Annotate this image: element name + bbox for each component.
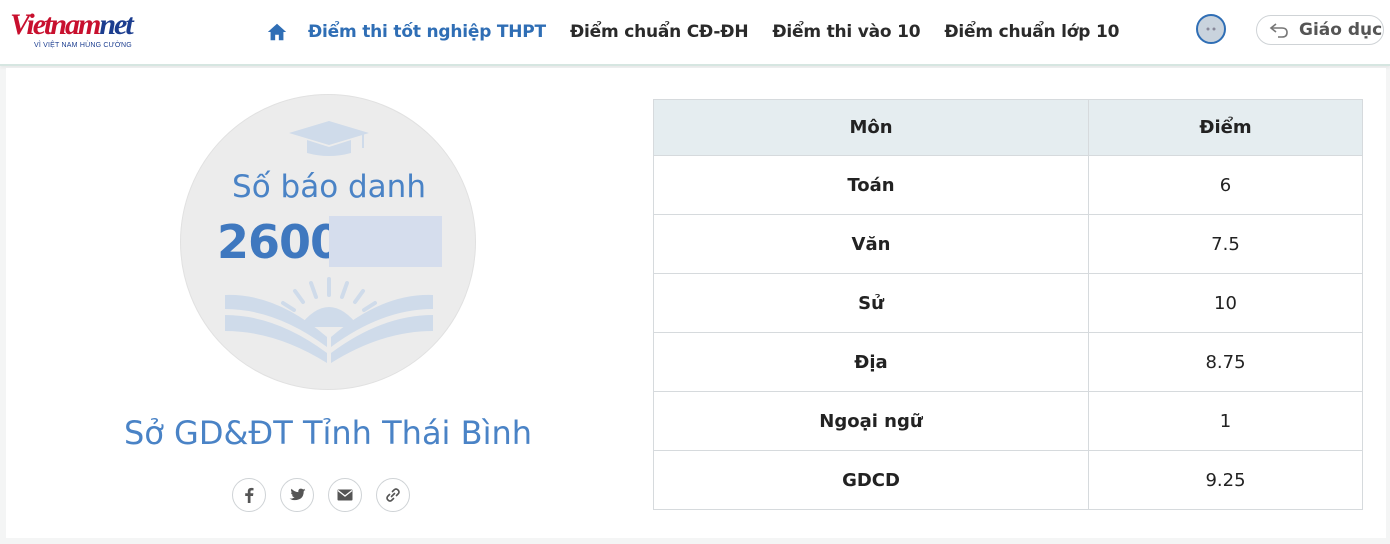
score-cell: 9.25 (1088, 450, 1363, 510)
link-icon (386, 488, 400, 502)
subject-cell: GDCD (653, 450, 1089, 510)
home-icon[interactable] (266, 21, 288, 43)
sun-rays-icon (281, 277, 377, 312)
logo-accent: net (99, 8, 133, 41)
sbd-value: 2600 (217, 215, 342, 269)
open-book-icon (225, 294, 433, 363)
nav-item-diem-thi-thpt[interactable]: Điểm thi tốt nghiệp THPT (308, 22, 546, 42)
vietnamnet-logo[interactable]: Vietnamnet VÌ VIỆT NAM HÙNG CƯỜNG (6, 8, 134, 58)
column-header-score: Điểm (1088, 99, 1363, 156)
score-cell: 8.75 (1088, 332, 1363, 392)
email-icon (337, 489, 353, 501)
score-cell: 7.5 (1088, 214, 1363, 274)
table-row: Ngoại ngữ 1 (653, 391, 1363, 451)
subject-cell: Toán (653, 155, 1089, 215)
nav-item-diem-thi-vao-10[interactable]: Điểm thi vào 10 (772, 22, 920, 42)
share-link-button[interactable] (376, 478, 410, 512)
back-to-giao-duc-button[interactable]: Giáo dục (1256, 15, 1384, 45)
graduation-cap-icon (289, 121, 369, 156)
avatar-icon (1206, 27, 1216, 31)
table-row: Toán 6 (653, 155, 1363, 215)
twitter-icon (289, 488, 306, 500)
subject-cell: Văn (653, 214, 1089, 274)
table-header-row: Môn Điểm (653, 99, 1363, 156)
subject-cell: Ngoại ngữ (653, 391, 1089, 451)
subject-cell: Sử (653, 273, 1089, 333)
candidate-badge: Số báo danh 2600 (180, 94, 476, 390)
main-nav: Điểm thi tốt nghiệp THPT Điểm chuẩn CĐ-Đ… (266, 18, 1143, 46)
back-arrow-icon (1269, 23, 1288, 38)
share-email-button[interactable] (328, 478, 362, 512)
nav-item-diem-chuan-lop-10[interactable]: Điểm chuẩn lớp 10 (944, 22, 1119, 42)
table-row: GDCD 9.25 (653, 450, 1363, 510)
score-cell: 1 (1088, 391, 1363, 451)
user-avatar[interactable] (1196, 14, 1226, 44)
score-table: Môn Điểm Toán 6 Văn 7.5 Sử 10 Địa 8.75 N (653, 99, 1363, 510)
share-bar (232, 478, 424, 512)
logo-tagline: VÌ VIỆT NAM HÙNG CƯỜNG (34, 42, 132, 49)
table-row: Sử 10 (653, 273, 1363, 333)
back-button-label: Giáo dục (1299, 20, 1383, 40)
department-name: Sở GD&ĐT Tỉnh Thái Bình (123, 414, 533, 452)
logo-main: Vietnam (10, 8, 101, 41)
share-twitter-button[interactable] (280, 478, 314, 512)
score-cell: 6 (1088, 155, 1363, 215)
table-row: Địa 8.75 (653, 332, 1363, 392)
facebook-icon (245, 487, 254, 503)
logo-wordmark: Vietnamnet (10, 8, 134, 42)
result-card: Số báo danh 2600 Sở GD&ĐT Tỉnh Thái Bình (6, 68, 1386, 538)
nav-item-diem-chuan-cd-dh[interactable]: Điểm chuẩn CĐ-ĐH (570, 22, 749, 42)
subject-cell: Địa (653, 332, 1089, 392)
sbd-label: Số báo danh (232, 169, 426, 205)
share-facebook-button[interactable] (232, 478, 266, 512)
score-cell: 10 (1088, 273, 1363, 333)
site-header: Vietnamnet VÌ VIỆT NAM HÙNG CƯỜNG Điểm t… (0, 0, 1390, 66)
column-header-subject: Môn (653, 99, 1089, 156)
table-row: Văn 7.5 (653, 214, 1363, 274)
sbd-redaction (329, 216, 442, 267)
